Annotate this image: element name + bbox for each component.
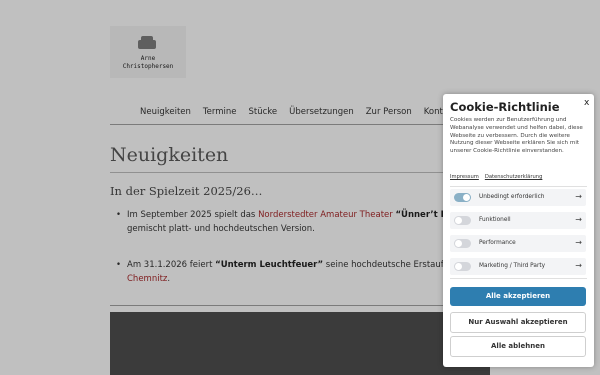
- arrow-right-icon[interactable]: →: [575, 215, 582, 224]
- cookie-description: Cookies werden zur Benutzerführung und W…: [450, 117, 583, 155]
- accept-selection-button[interactable]: Nur Auswahl akzeptieren: [450, 312, 586, 333]
- cookie-dialog: Cookie-Richtlinie x Cookies werden zur B…: [443, 94, 594, 367]
- toggle-switch[interactable]: [454, 193, 471, 202]
- privacy-link[interactable]: Datenschutzerklärung: [485, 174, 543, 180]
- toggle-switch[interactable]: [454, 262, 471, 271]
- cookie-divider: [450, 186, 587, 187]
- cookie-divider: [450, 278, 587, 279]
- category-label: Funktionell: [479, 217, 511, 223]
- close-icon[interactable]: x: [584, 98, 589, 108]
- category-label: Unbedingt erforderlich: [479, 194, 545, 200]
- arrow-right-icon[interactable]: →: [575, 192, 582, 201]
- cookie-title: Cookie-Richtlinie: [450, 100, 560, 114]
- cookie-category-performance[interactable]: Performance →: [450, 235, 586, 252]
- category-label: Marketing / Third Party: [479, 263, 546, 269]
- cookie-category-marketing[interactable]: Marketing / Third Party →: [450, 258, 586, 275]
- cookie-category-functional[interactable]: Funktionell →: [450, 212, 586, 229]
- category-label: Performance: [479, 240, 516, 246]
- toggle-switch[interactable]: [454, 239, 471, 248]
- impressum-link[interactable]: Impressum: [450, 174, 479, 180]
- arrow-right-icon[interactable]: →: [575, 261, 582, 270]
- toggle-switch[interactable]: [454, 216, 471, 225]
- arrow-right-icon[interactable]: →: [575, 238, 582, 247]
- accept-all-button[interactable]: Alle akzeptieren: [450, 287, 586, 306]
- reject-all-button[interactable]: Alle ablehnen: [450, 336, 586, 357]
- cookie-category-necessary[interactable]: Unbedingt erforderlich →: [450, 189, 586, 206]
- cookie-links: Impressum Datenschutzerklärung: [450, 174, 548, 180]
